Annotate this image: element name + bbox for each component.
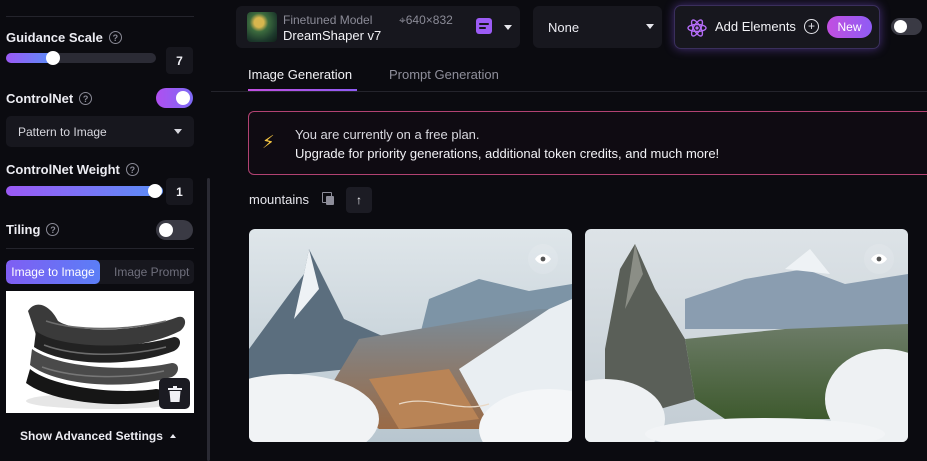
controlnet-weight-slider[interactable] [6,184,163,198]
sidebar-divider [6,16,194,17]
top-toggle[interactable] [891,18,922,35]
tab-prompt-generation[interactable]: Prompt Generation [389,67,499,82]
sidebar-divider [6,248,194,249]
controlnet-mode-select[interactable]: Pattern to Image [6,116,194,147]
controlnet-weight-value[interactable]: 1 [166,178,193,205]
mountain-image [249,229,572,442]
guidance-scale-slider[interactable] [6,51,156,65]
help-icon[interactable]: ? [46,223,60,236]
tab-image-generation[interactable]: Image Generation [248,67,352,82]
arrow-up-icon: ↑ [356,193,362,207]
model-thumbnail [247,12,277,42]
help-icon[interactable]: ? [108,31,122,44]
copy-icon[interactable] [322,192,336,206]
add-elements-label: Add Elements [715,19,796,34]
banner-line-1: You are currently on a free plan. [295,127,480,142]
active-tab-indicator [248,89,357,91]
prompt-text: mountains [249,192,309,207]
add-elements-button[interactable]: Add Elements + New [674,5,880,49]
banner-line-2: Upgrade for priority generations, additi… [295,146,720,161]
model-dimensions: ⌖640×832 [399,13,453,27]
image-mode-tabs: Image to Image Image Prompt [6,260,194,284]
controlnet-weight-fill [6,186,163,196]
eye-icon[interactable] [528,244,558,274]
help-icon[interactable]: ? [125,163,139,176]
tab-image-to-image[interactable]: Image to Image [6,260,100,284]
controlnet-toggle[interactable] [156,88,193,108]
plus-circle-icon: + [804,19,819,34]
reuse-prompt-button[interactable]: ↑ [346,187,372,213]
main-tabs: Image Generation Prompt Generation [211,62,927,92]
trash-icon [167,385,182,402]
guidance-scale-value[interactable]: 7 [166,47,193,74]
style-select[interactable]: None [533,6,662,48]
guidance-scale-knob[interactable] [46,51,60,65]
controlnet-weight-knob[interactable] [148,184,162,198]
generated-image-1[interactable] [249,229,572,442]
lightning-icon: ⚡ [262,132,275,152]
chevron-up-icon [169,434,176,438]
controlnet-label: ControlNet ? [6,91,93,106]
tiling-label: Tiling ? [6,222,60,237]
delete-image-button[interactable] [159,378,190,409]
help-icon[interactable]: ? [79,92,93,105]
guidance-scale-label: Guidance Scale ? [6,30,122,45]
eye-icon[interactable] [864,244,894,274]
model-sublabel: Finetuned Model [283,13,373,27]
model-selector[interactable]: Finetuned Model DreamShaper v7 ⌖640×832 [236,6,520,48]
sidebar: Guidance Scale ? 7 ControlNet ? Pattern … [0,0,203,461]
chevron-down-icon [504,25,512,30]
mountain-image [585,229,908,442]
controlnet-weight-label: ControlNet Weight ? [6,162,139,177]
chevron-down-icon [646,24,654,29]
chevron-down-icon [174,129,182,134]
generated-image-2[interactable] [585,229,908,442]
sidebar-scrollbar[interactable] [207,178,210,461]
atom-icon [687,19,707,37]
model-notes-icon[interactable] [476,18,492,34]
tab-image-prompt[interactable]: Image Prompt [100,260,192,284]
show-advanced-settings[interactable]: Show Advanced Settings [20,429,176,443]
model-name: DreamShaper v7 [283,28,382,43]
new-badge: New [827,16,872,38]
init-image-preview [6,291,194,413]
free-plan-banner[interactable]: ⚡ You are currently on a free plan. Upgr… [248,111,927,175]
tiling-toggle[interactable] [156,220,193,240]
